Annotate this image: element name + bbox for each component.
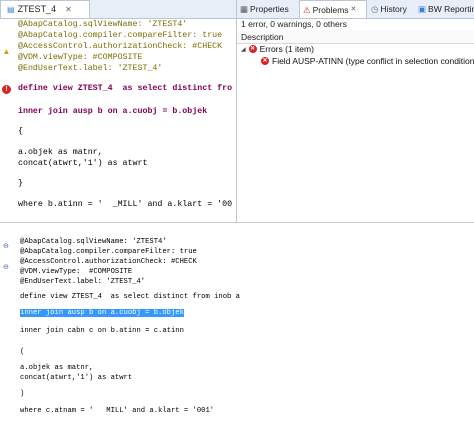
error-item-row[interactable]: ✕ Field AUSP-ATINN (type conflict in sel…: [261, 56, 474, 66]
warning-marker-icon: ▲: [2, 47, 11, 56]
fold-marker-icon: ⊖: [3, 264, 9, 271]
code-line: (: [20, 348, 25, 356]
error-group-label: Errors (1 item): [259, 44, 314, 54]
column-header-label: Description: [241, 32, 284, 42]
code-line: inner join ausp b on a.cuobj = b.objek: [18, 107, 208, 116]
error-marker-icon[interactable]: !: [2, 85, 11, 94]
properties-icon: ▦: [240, 4, 249, 14]
editor-tab-ztest4[interactable]: ▤ ZTEST_4 ✕: [0, 0, 90, 18]
tab-properties[interactable]: ▦ Properties: [237, 0, 299, 18]
code-line: @AbapCatalog.compiler.compareFilter: tru…: [20, 248, 197, 256]
error-icon: ✕: [248, 45, 257, 53]
code-line: ): [20, 390, 25, 398]
editor-tabbar: ▤ ZTEST_4 ✕: [0, 0, 236, 19]
view-tabbar: ▦ Properties ⚠ Problems ✕ ◷ History ▣ BW…: [237, 0, 474, 19]
code-line: {: [18, 127, 23, 136]
selected-text: inner join ausp b on a.cuobj = b.objek: [20, 309, 184, 317]
code-line: a.objek as matnr,: [20, 364, 94, 372]
bw-preview-icon: ▣: [418, 4, 427, 14]
tab-label: BW Reporting Prev: [428, 4, 474, 14]
code-line: a.objek as matnr,: [18, 148, 103, 157]
code-line: @AccessControl.authorizationCheck: #CHEC…: [18, 42, 223, 51]
tab-bw-reporting-preview[interactable]: ▣ BW Reporting Prev: [415, 0, 474, 18]
column-header-description[interactable]: Description: [237, 31, 474, 44]
problems-icon: ⚠: [303, 4, 311, 15]
error-icon: ✕: [261, 57, 269, 65]
code-line-where: where b.atinn = ' _MILL' and a.klart = '…: [18, 200, 233, 209]
problems-summary: 1 error, 0 warnings, 0 others: [241, 19, 347, 29]
code-line-define: define view ZTEST_4 as select distinct f…: [18, 84, 233, 93]
problems-view: ▦ Properties ⚠ Problems ✕ ◷ History ▣ BW…: [237, 0, 474, 222]
code-line: @VDM.viewType: #COMPOSITE: [20, 268, 133, 276]
code-line: concat(atwrt,'1') as atwrt: [18, 159, 148, 168]
tab-label: History: [380, 4, 407, 14]
code-line: define view ZTEST_4 as select distinct f…: [20, 293, 240, 301]
tab-label: Properties: [250, 4, 289, 14]
code-editor-pane: ▤ ZTEST_4 ✕ ▲ ! @AbapCatalog.sqlViewName…: [0, 0, 237, 222]
tab-label: Problems: [312, 4, 349, 15]
code-snippet: ⊖ ⊖ @AbapCatalog.sqlViewName: 'ZTEST4' @…: [0, 232, 474, 424]
error-description: Field AUSP-ATINN (type conflict in selec…: [272, 56, 474, 66]
close-icon[interactable]: ✕: [351, 1, 357, 19]
fold-marker-icon: ⊖: [3, 243, 9, 250]
code-area[interactable]: ▲ ! @AbapCatalog.sqlViewName: 'ZTEST4' @…: [0, 18, 236, 222]
collapse-triangle-icon[interactable]: ◢: [241, 46, 246, 53]
code-line-selected[interactable]: inner join ausp b on a.cuobj = b.objek: [20, 309, 184, 317]
tab-history[interactable]: ◷ History: [368, 0, 415, 18]
error-group-row[interactable]: ◢ ✕ Errors (1 item): [241, 44, 314, 54]
code-line: }: [18, 179, 23, 188]
code-line: concat(atwrt,'1') as atwrt: [20, 374, 133, 382]
code-line: @AccessControl.authorizationCheck: #CHEC…: [20, 258, 197, 266]
code-line: @EndUserText.label: 'ZTEST_4': [18, 64, 163, 73]
top-workbench: ▤ ZTEST_4 ✕ ▲ ! @AbapCatalog.sqlViewName…: [0, 0, 474, 223]
tab-problems[interactable]: ⚠ Problems ✕: [299, 0, 367, 18]
code-line: @AbapCatalog.compiler.compareFilter: tru…: [18, 31, 223, 40]
code-line: inner join cabn c on b.atinn = c.atinn: [20, 327, 184, 335]
close-icon[interactable]: ✕: [65, 1, 72, 18]
code-line: where c.atnam = ' MILL' and a.klart = '0…: [20, 407, 215, 415]
code-line: @EndUserText.label: 'ZTEST_4': [20, 278, 146, 286]
history-icon: ◷: [371, 4, 379, 14]
cds-file-icon: ▤: [7, 5, 15, 14]
code-line: @AbapCatalog.sqlViewName: 'ZTEST4': [18, 20, 188, 29]
code-line: @VDM.viewType: #COMPOSITE: [18, 53, 143, 62]
editor-tab-label: ZTEST_4: [17, 4, 57, 14]
code-line: @AbapCatalog.sqlViewName: 'ZTEST4': [20, 238, 167, 246]
